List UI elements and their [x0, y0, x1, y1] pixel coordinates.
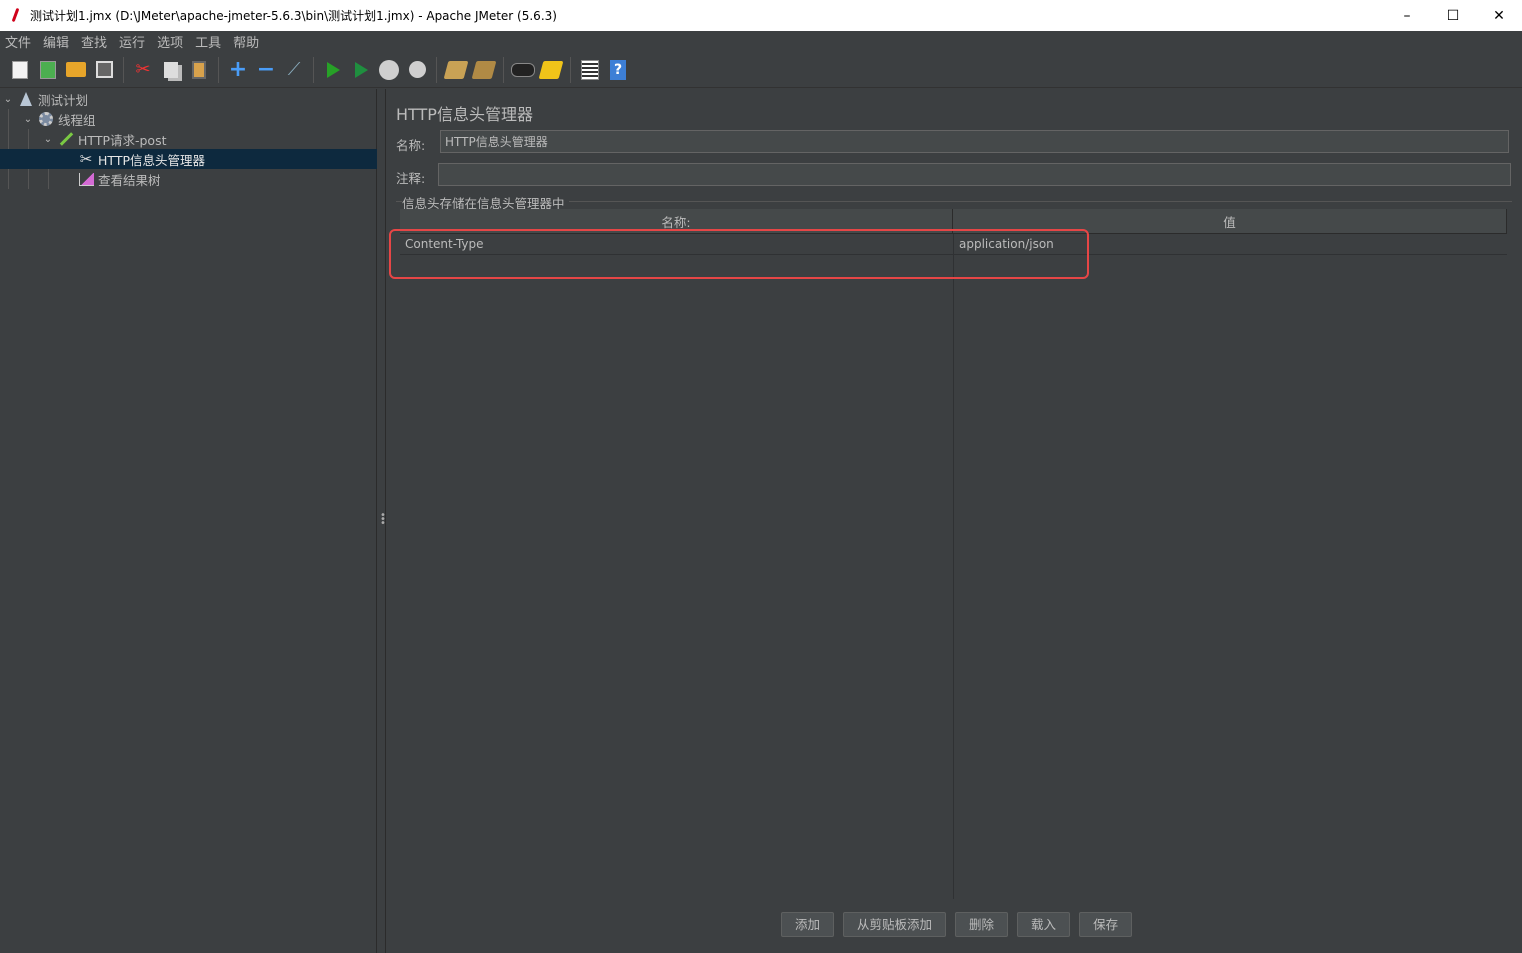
menu-file[interactable]: 文件 — [0, 32, 37, 51]
page-title: HTTP信息头管理器 — [396, 105, 533, 124]
tree-item-label: 线程组 — [58, 112, 96, 128]
title-bar: 测试计划1.jmx (D:\JMeter\apache-jmeter-5.6.3… — [0, 0, 1522, 31]
toolbar-separator — [313, 56, 314, 83]
maximize-button[interactable]: ☐ — [1430, 0, 1476, 31]
delete-button[interactable]: 删除 — [955, 912, 1009, 937]
add-button[interactable]: 添加 — [781, 912, 835, 937]
save-icon[interactable] — [92, 58, 116, 82]
header-manager-icon: ✂ — [79, 150, 93, 168]
clear-icon[interactable] — [443, 58, 469, 82]
menu-bar: 文件 编辑 查找 运行 选项 工具 帮助 — [0, 31, 1522, 52]
jmeter-feather-icon — [10, 8, 22, 24]
test-plan-icon — [18, 91, 34, 107]
tree-item-thread-group[interactable]: ⌄ 线程组 — [0, 109, 398, 129]
minimize-button[interactable]: – — [1384, 0, 1430, 31]
help-icon[interactable]: ? — [606, 58, 630, 82]
name-field[interactable] — [440, 130, 1509, 153]
tree-item-http-request[interactable]: ⌄ HTTP请求-post — [0, 129, 418, 149]
toolbar-separator — [570, 56, 571, 83]
toolbar-separator — [123, 56, 124, 83]
stop-icon[interactable] — [377, 58, 401, 82]
chevron-down-icon[interactable]: ⌄ — [42, 134, 54, 145]
results-tree-icon — [78, 171, 94, 187]
chevron-down-icon[interactable]: ⌄ — [2, 94, 14, 105]
http-sampler-icon — [58, 131, 74, 147]
clear-all-icon[interactable] — [471, 58, 497, 82]
split-pane-divider[interactable]: • • • — [377, 89, 386, 953]
toolbar-separator — [503, 56, 504, 83]
comment-field[interactable] — [438, 163, 1511, 186]
load-button[interactable]: 载入 — [1017, 912, 1071, 937]
menu-tools[interactable]: 工具 — [189, 32, 227, 51]
toolbar-separator — [436, 56, 437, 83]
close-button[interactable]: ✕ — [1476, 0, 1522, 31]
collapse-icon[interactable]: − — [254, 57, 278, 82]
cut-icon[interactable]: ✂ — [131, 58, 155, 82]
menu-search[interactable]: 查找 — [75, 32, 113, 51]
menu-options[interactable]: 选项 — [151, 32, 189, 51]
templates-icon[interactable] — [36, 58, 60, 82]
shutdown-icon[interactable] — [405, 58, 429, 82]
function-helper-icon[interactable] — [578, 58, 602, 82]
menu-edit[interactable]: 编辑 — [37, 32, 75, 51]
start-no-pause-icon[interactable] — [349, 58, 373, 82]
tree-item-label: 查看结果树 — [98, 172, 161, 188]
new-icon[interactable] — [8, 58, 32, 82]
search-icon[interactable] — [511, 58, 535, 82]
headers-table: 名称: 值 Content-Type application/json — [400, 209, 1507, 899]
chevron-down-icon[interactable]: ⌄ — [22, 114, 34, 125]
window-title: 测试计划1.jmx (D:\JMeter\apache-jmeter-5.6.3… — [30, 9, 557, 23]
open-icon[interactable] — [64, 58, 88, 82]
thread-group-icon — [38, 111, 54, 127]
window-controls: – ☐ ✕ — [1384, 0, 1522, 31]
menu-help[interactable]: 帮助 — [227, 32, 265, 51]
start-icon[interactable] — [321, 58, 345, 82]
paste-icon[interactable] — [187, 58, 211, 82]
tree-item-label: HTTP请求-post — [78, 132, 167, 148]
toolbar: ✂ + − ⟋ ? — [0, 52, 1522, 88]
toggle-icon[interactable]: ⟋ — [282, 58, 306, 82]
reset-search-icon[interactable] — [538, 58, 564, 82]
tree-item-label: 测试计划 — [38, 92, 89, 108]
save-button[interactable]: 保存 — [1079, 912, 1133, 937]
tree-item-test-plan[interactable]: ⌄ 测试计划 — [0, 89, 378, 109]
test-plan-tree: ⌄ 测试计划 ⌄ 线程组 ⌄ HTTP请求-post ✂ HTTP信息头管理器 … — [0, 89, 450, 953]
copy-icon[interactable] — [159, 58, 183, 82]
table-actions: 添加 从剪贴板添加 删除 载入 保存 — [781, 912, 1141, 937]
toolbar-separator — [218, 56, 219, 83]
add-from-clipboard-button[interactable]: 从剪贴板添加 — [843, 912, 947, 937]
menu-run[interactable]: 运行 — [113, 32, 151, 51]
name-label: 名称: — [396, 138, 426, 153]
header-manager-panel: HTTP信息头管理器 名称: 注释: 信息头存储在信息头管理器中 名称: 值 C… — [386, 89, 1522, 953]
tree-item-label: HTTP信息头管理器 — [98, 152, 205, 168]
comment-label: 注释: — [396, 171, 426, 186]
expand-icon[interactable]: + — [226, 57, 250, 82]
column-divider — [953, 234, 954, 899]
red-highlight-box — [389, 229, 1089, 279]
